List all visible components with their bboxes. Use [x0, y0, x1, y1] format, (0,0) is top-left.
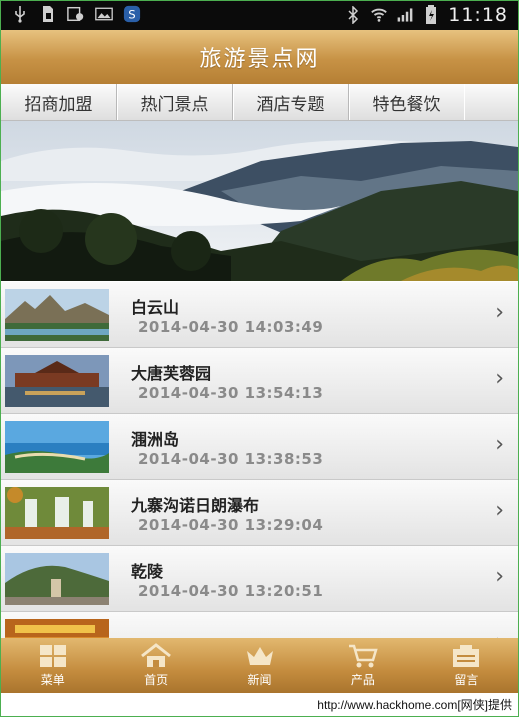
page-title: 旅游景点网 — [199, 47, 320, 72]
message-icon — [453, 645, 480, 667]
thumbnail-image — [5, 619, 109, 638]
image-icon — [95, 5, 113, 23]
watermark-strip: http://www.hackhome.com[网侠]提供 — [1, 693, 518, 716]
item-title: 大唐芙蓉园 — [131, 364, 212, 383]
item-date: 2014-04-30 13:20:51 — [138, 582, 324, 600]
category-tabs: 招商加盟 热门景点 酒店专题 特色餐饮 — [1, 84, 518, 121]
thumbnail-image — [5, 553, 109, 605]
item-date: 2014-04-30 13:29:04 — [138, 516, 324, 534]
item-title: 涠洲岛 — [131, 430, 180, 449]
banner-image[interactable] — [1, 121, 518, 281]
news-crown-icon — [246, 647, 273, 665]
menu-grid-icon — [39, 645, 66, 667]
chevron-right-icon: › — [495, 366, 504, 391]
chevron-right-icon: › — [495, 630, 504, 638]
nav-menu[interactable]: 菜单 — [1, 638, 104, 693]
app-header: 旅游景点网 — [1, 30, 518, 84]
thumbnail-image — [5, 289, 109, 341]
nav-home-label: 首页 — [144, 673, 169, 687]
nav-menu-label: 菜单 — [40, 673, 65, 687]
list-item[interactable]: 涠洲岛 2014-04-30 13:38:53 › — [1, 414, 518, 480]
home-icon — [141, 643, 172, 667]
thumbnail-image — [5, 355, 109, 407]
item-title: 九寨沟诺日朗瀑布 — [131, 496, 260, 515]
nav-products-label: 产品 — [350, 673, 375, 687]
wifi-icon — [370, 6, 388, 24]
thumbnail-image — [5, 487, 109, 539]
nav-news-label: 新闻 — [247, 673, 272, 687]
item-date: 2014-04-30 13:38:53 — [138, 450, 324, 468]
cart-icon — [348, 644, 378, 668]
watermark-text: http://www.hackhome.com[网侠]提供 — [317, 698, 512, 712]
clock: 11:18 — [448, 4, 508, 26]
battery-icon — [422, 5, 440, 24]
tab-food[interactable]: 特色餐饮 — [349, 84, 464, 120]
nav-home[interactable]: 首页 — [104, 638, 207, 693]
gallery-icon — [67, 5, 85, 23]
attraction-list: 白云山 2014-04-30 14:03:49 › 大唐芙蓉园 2014-04-… — [1, 282, 518, 638]
item-date: 2014-04-30 13:54:13 — [138, 384, 324, 402]
list-item[interactable]: 乾陵 2014-04-30 13:20:51 › — [1, 546, 518, 612]
bluetooth-icon — [344, 6, 362, 24]
chevron-right-icon: › — [495, 300, 504, 325]
tab-investment[interactable]: 招商加盟 — [1, 84, 117, 120]
sim-icon — [39, 5, 57, 23]
tab-hot-attractions[interactable]: 热门景点 — [117, 84, 233, 120]
usb-icon — [11, 5, 29, 23]
nav-news[interactable]: 新闻 — [208, 638, 311, 693]
nav-products[interactable]: 产品 — [311, 638, 414, 693]
chevron-right-icon: › — [495, 564, 504, 589]
svg-text:S: S — [128, 8, 135, 22]
chevron-right-icon: › — [495, 432, 504, 457]
list-item[interactable]: 大唐芙蓉园 2014-04-30 13:54:13 › — [1, 348, 518, 414]
tab-hotels[interactable]: 酒店专题 — [233, 84, 349, 120]
list-item-partial[interactable]: › — [1, 612, 518, 638]
bottom-nav: 菜单 首页 新闻 产品 留言 — [1, 638, 518, 693]
status-bar: S 11:18 — [1, 1, 518, 30]
app-icon: S — [123, 5, 141, 23]
nav-message[interactable]: 留言 — [415, 638, 518, 693]
chevron-right-icon: › — [495, 498, 504, 523]
list-item[interactable]: 白云山 2014-04-30 14:03:49 › — [1, 282, 518, 348]
nav-message-label: 留言 — [454, 673, 479, 687]
item-title: 白云山 — [131, 298, 180, 317]
phone-screen: S 11:18 旅游景点网 招商加盟 热门景点 酒店专题 特色餐饮 白云山 20… — [0, 0, 519, 717]
item-title: 乾陵 — [131, 562, 164, 581]
signal-icon — [396, 6, 414, 24]
item-date: 2014-04-30 14:03:49 — [138, 318, 324, 336]
thumbnail-image — [5, 421, 109, 473]
list-item[interactable]: 九寨沟诺日朗瀑布 2014-04-30 13:29:04 › — [1, 480, 518, 546]
